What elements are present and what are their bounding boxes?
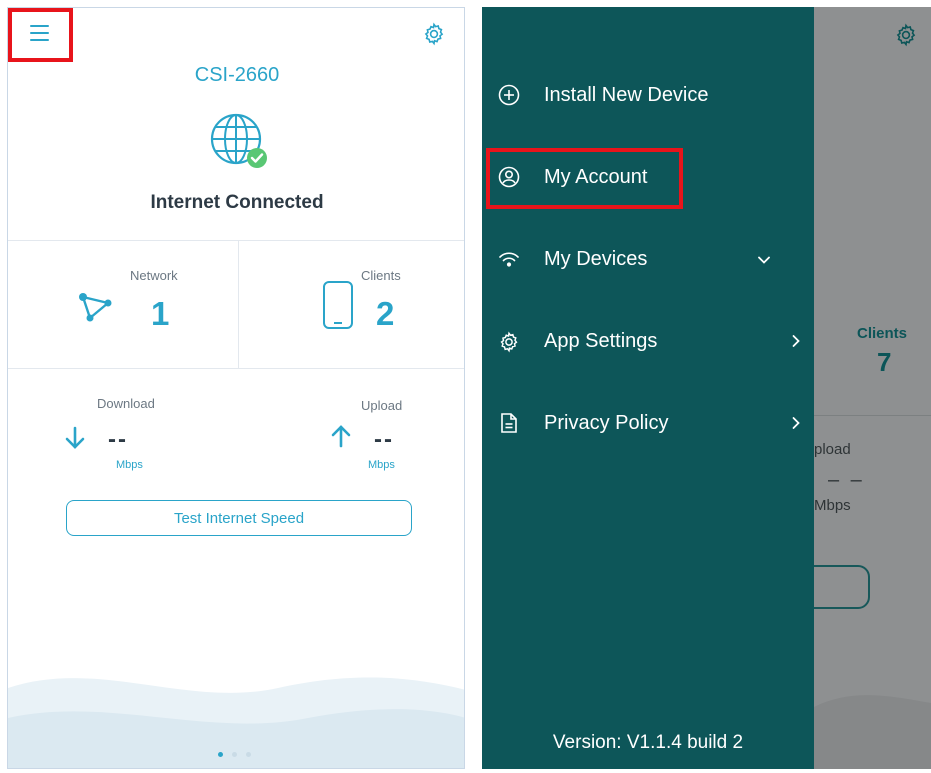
network-icon — [78, 290, 112, 324]
menu-item-privacy-policy[interactable]: Privacy Policy — [482, 393, 814, 453]
background-upload-speed: – – — [828, 469, 865, 491]
drawer-screen: Clients 7 pload – – Mbps Install New Dev… — [482, 7, 931, 769]
test-internet-speed-button[interactable]: Test Internet Speed — [66, 500, 412, 536]
dimmed-background-overlay[interactable] — [814, 7, 931, 769]
divider — [8, 240, 464, 241]
menu-item-install-new-device[interactable]: Install New Device — [482, 65, 814, 125]
chevron-down-icon[interactable] — [756, 252, 772, 268]
divider — [238, 240, 239, 368]
page-dot[interactable] — [232, 752, 237, 757]
network-label: Network — [130, 268, 178, 283]
chevron-right-icon — [788, 415, 804, 431]
network-count[interactable]: 1 — [151, 295, 169, 333]
arrow-down-icon — [64, 426, 86, 450]
background-clients-count: 7 — [877, 347, 892, 377]
page-dot[interactable] — [246, 752, 251, 757]
page-dot-active[interactable] — [218, 752, 223, 757]
menu-item-label: Install New Device — [544, 84, 709, 106]
phone-icon — [322, 280, 354, 330]
wifi-icon — [498, 249, 520, 271]
clients-label: Clients — [361, 268, 401, 283]
download-unit: Mbps — [116, 459, 143, 471]
menu-item-my-devices[interactable]: My Devices — [482, 229, 814, 289]
upload-label: Upload — [361, 398, 403, 413]
highlight-box-my-account — [486, 148, 683, 209]
upload-speed: -- — [374, 426, 394, 453]
device-name: CSI-2660 — [194, 64, 280, 86]
gear-icon — [498, 331, 520, 353]
chevron-right-icon — [788, 333, 804, 349]
page-indicator[interactable] — [218, 750, 268, 760]
plus-circle-icon — [498, 84, 520, 106]
divider — [814, 415, 931, 416]
menu-item-label: App Settings — [544, 330, 658, 352]
download-label: Download — [97, 396, 155, 411]
menu-item-label: My Devices — [544, 248, 648, 270]
wave-background — [814, 667, 931, 769]
background-upload-unit: Mbps — [814, 497, 851, 514]
download-speed: -- — [108, 426, 128, 453]
app-version: Version: V1.1.4 build 2 — [552, 732, 744, 753]
clients-count[interactable]: 2 — [376, 295, 394, 333]
navigation-drawer: Install New Device My Account My Devices… — [482, 7, 814, 769]
menu-item-app-settings[interactable]: App Settings — [482, 311, 814, 371]
highlight-box-menu — [8, 8, 73, 62]
document-icon — [498, 412, 520, 434]
menu-item-label: Privacy Policy — [544, 412, 669, 434]
home-screen: CSI-2660 Internet Connected Network 1 Cl… — [7, 7, 465, 769]
connection-status: Internet Connected — [150, 192, 324, 213]
gear-icon[interactable] — [422, 22, 446, 46]
background-upload-label: pload — [814, 441, 851, 458]
gear-icon — [894, 23, 918, 47]
upload-unit: Mbps — [368, 459, 395, 471]
background-clients-label: Clients — [857, 325, 908, 342]
arrow-up-icon — [330, 424, 352, 448]
divider — [8, 368, 464, 369]
globe-connected-icon — [208, 111, 272, 173]
